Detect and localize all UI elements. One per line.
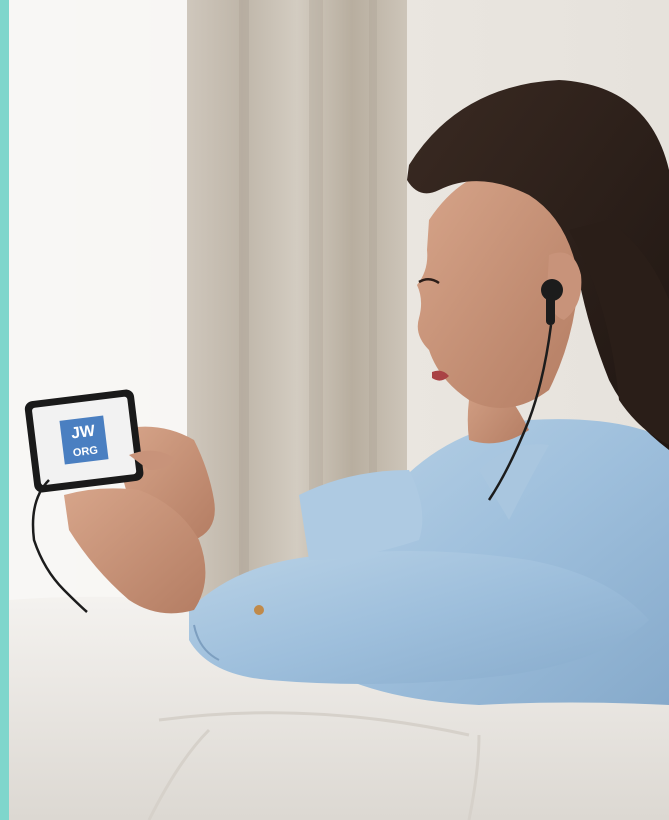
phone: JW ORG bbox=[24, 389, 144, 493]
photo-illustration: JW ORG bbox=[9, 0, 669, 820]
photo-scene: JW ORG bbox=[0, 0, 669, 820]
left-accent-bar bbox=[0, 0, 9, 820]
logo-line1: JW bbox=[70, 423, 97, 443]
cuff-button bbox=[254, 605, 264, 615]
